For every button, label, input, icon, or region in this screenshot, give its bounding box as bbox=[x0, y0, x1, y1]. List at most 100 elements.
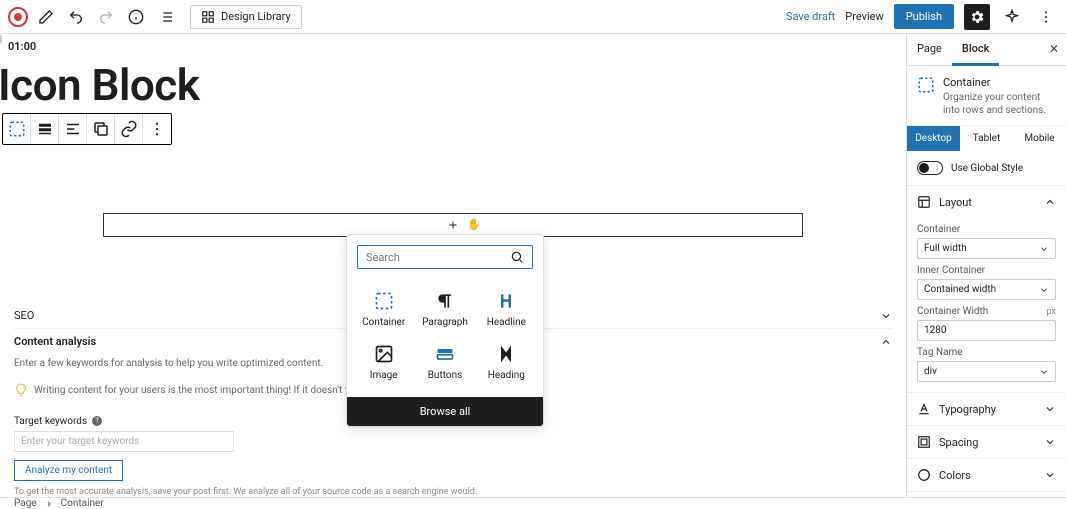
section-typography: Typography bbox=[907, 393, 1066, 426]
container-width-label: Container Width bbox=[917, 306, 988, 317]
buttons-icon bbox=[435, 344, 455, 364]
device-tablet[interactable]: Tablet bbox=[960, 126, 1013, 151]
link-icon[interactable] bbox=[115, 114, 143, 144]
chevron-right-icon bbox=[45, 500, 53, 508]
inserter-block-image[interactable]: Image bbox=[353, 336, 414, 389]
publish-button[interactable]: Publish bbox=[894, 4, 954, 29]
duplicate-icon[interactable] bbox=[87, 114, 115, 144]
analyze-button[interactable]: Analyze my content bbox=[14, 460, 123, 481]
recording-timecode: 01:00 bbox=[8, 40, 898, 53]
device-desktop[interactable]: Desktop bbox=[907, 126, 960, 151]
gear-icon bbox=[969, 9, 985, 25]
breadcrumb-current[interactable]: Container bbox=[61, 498, 104, 509]
inner-container-label: Inner Container bbox=[917, 265, 1056, 276]
chevron-down-icon bbox=[880, 310, 892, 322]
close-icon bbox=[1048, 42, 1060, 54]
breadcrumb: Page Container bbox=[0, 497, 1066, 509]
tab-page[interactable]: Page bbox=[907, 34, 952, 65]
chevron-down-icon bbox=[1039, 367, 1049, 377]
redo-icon[interactable] bbox=[94, 5, 118, 29]
global-style-toggle[interactable] bbox=[917, 161, 943, 175]
section-layout-header[interactable]: Layout bbox=[907, 186, 1066, 218]
more-icon[interactable] bbox=[143, 114, 171, 144]
global-style-row: Use Global Style bbox=[907, 151, 1066, 186]
container-icon bbox=[374, 291, 394, 311]
inserter-block-container[interactable]: Container bbox=[353, 283, 414, 336]
chevron-down-icon bbox=[1044, 436, 1056, 448]
close-sidebar-button[interactable] bbox=[1048, 42, 1060, 57]
global-style-label: Use Global Style bbox=[951, 163, 1023, 174]
breadcrumb-root[interactable]: Page bbox=[14, 498, 37, 509]
chevron-down-icon bbox=[1044, 469, 1056, 481]
design-library-label: Design Library bbox=[221, 10, 291, 23]
block-type-icon[interactable] bbox=[3, 114, 31, 144]
help-icon[interactable]: ? bbox=[91, 415, 103, 427]
chevron-down-icon bbox=[1044, 403, 1056, 415]
inserter-block-paragraph[interactable]: Paragraph bbox=[414, 283, 475, 336]
container-width-input[interactable]: 1280 bbox=[917, 320, 1056, 341]
container-label: Container bbox=[917, 224, 1056, 235]
settings-sidebar: Page Block Container Organize your conte… bbox=[906, 34, 1066, 497]
sidebar-tabs: Page Block bbox=[907, 34, 1066, 66]
headline-icon bbox=[496, 291, 516, 311]
list-view-icon[interactable] bbox=[154, 5, 178, 29]
align-full-icon[interactable] bbox=[31, 114, 59, 144]
section-colors: Colors bbox=[907, 459, 1066, 492]
content-analysis-label: Content analysis bbox=[14, 335, 96, 348]
paragraph-icon bbox=[435, 291, 455, 311]
record-button[interactable] bbox=[8, 7, 28, 27]
section-spacing-header[interactable]: Spacing bbox=[907, 426, 1066, 458]
section-layout: Layout Container Full width Inner Contai… bbox=[907, 186, 1066, 393]
block-info: Container Organize your content into row… bbox=[907, 66, 1066, 125]
typography-icon bbox=[917, 402, 931, 416]
inserter-block-heading[interactable]: Heading bbox=[476, 336, 537, 389]
device-mobile[interactable]: Mobile bbox=[1013, 126, 1066, 151]
block-inserter: Container Paragraph Headline Image Butto… bbox=[346, 234, 544, 427]
inner-container-select[interactable]: Contained width bbox=[917, 279, 1056, 300]
chevron-up-icon bbox=[880, 336, 892, 348]
design-library-button[interactable]: Design Library bbox=[190, 5, 302, 29]
generate-icon[interactable] bbox=[1000, 5, 1024, 29]
tag-name-label: Tag Name bbox=[917, 347, 1056, 358]
container-select[interactable]: Full width bbox=[917, 238, 1056, 259]
chevron-down-icon bbox=[1039, 285, 1049, 295]
search-input[interactable] bbox=[366, 251, 510, 264]
save-draft-link[interactable]: Save draft bbox=[786, 10, 835, 23]
spacing-icon bbox=[917, 435, 931, 449]
section-typography-header[interactable]: Typography bbox=[907, 393, 1066, 425]
page-title[interactable]: Icon Block bbox=[0, 59, 906, 111]
container-width-unit[interactable]: px bbox=[1047, 307, 1056, 317]
tag-name-select[interactable]: div bbox=[917, 361, 1056, 382]
container-icon bbox=[917, 76, 935, 94]
search-icon bbox=[510, 250, 524, 264]
inserter-search[interactable] bbox=[357, 245, 533, 269]
library-icon bbox=[201, 10, 215, 24]
align-left-icon[interactable] bbox=[59, 114, 87, 144]
layout-icon bbox=[917, 195, 931, 209]
section-spacing: Spacing bbox=[907, 426, 1066, 459]
cursor-icon: ✋ bbox=[467, 218, 481, 231]
browse-all-button[interactable]: Browse all bbox=[347, 397, 543, 426]
lightbulb-icon bbox=[14, 383, 28, 397]
analysis-footnote: To get the most accurate analysis, save … bbox=[14, 487, 892, 497]
block-toolbar bbox=[2, 113, 172, 145]
chevron-down-icon bbox=[1039, 244, 1049, 254]
plus-icon bbox=[447, 219, 459, 231]
image-icon bbox=[374, 344, 394, 364]
undo-icon[interactable] bbox=[64, 5, 88, 29]
tab-block[interactable]: Block bbox=[952, 34, 999, 66]
heading-icon bbox=[496, 344, 516, 364]
inserter-block-headline[interactable]: Headline bbox=[476, 283, 537, 336]
block-description: Organize your content into rows and sect… bbox=[943, 91, 1056, 117]
top-toolbar: Design Library Save draft Preview Publis… bbox=[0, 0, 1066, 34]
colors-icon bbox=[917, 468, 931, 482]
edit-icon[interactable] bbox=[34, 5, 58, 29]
target-keywords-input[interactable]: Enter your target keywords bbox=[14, 431, 234, 452]
kebab-icon[interactable] bbox=[1034, 5, 1058, 29]
section-colors-header[interactable]: Colors bbox=[907, 459, 1066, 491]
settings-button[interactable] bbox=[964, 4, 990, 30]
inserter-block-buttons[interactable]: Buttons bbox=[414, 336, 475, 389]
preview-link[interactable]: Preview bbox=[845, 10, 883, 23]
info-icon[interactable] bbox=[124, 5, 148, 29]
seo-header-label: SEO bbox=[14, 309, 34, 322]
